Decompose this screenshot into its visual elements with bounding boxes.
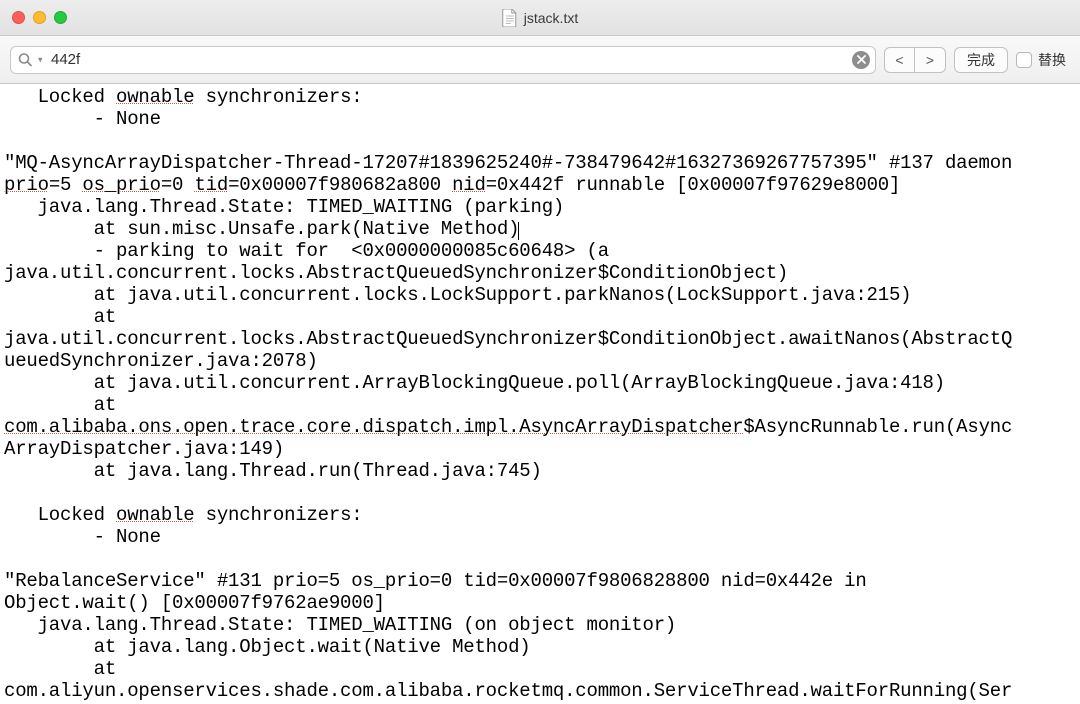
spellcheck-word: os_prio (82, 174, 160, 196)
document-icon (502, 9, 518, 27)
search-options-chevron-icon: ▾ (38, 55, 43, 66)
text-line: java.lang.Thread.State: TIMED_WAITING (p… (4, 196, 564, 218)
text-line: $AsyncRunnable.run(Async (743, 416, 1012, 438)
text-line: java.util.concurrent.locks.AbstractQueue… (4, 328, 1012, 350)
text-content[interactable]: Locked ownable synchronizers: - None "MQ… (0, 84, 1080, 704)
text-line: - parking to wait for <0x0000000085c6064… (4, 240, 620, 262)
text-line: Locked (4, 504, 116, 526)
prev-match-button[interactable]: < (885, 48, 915, 72)
done-button[interactable]: 完成 (954, 47, 1008, 73)
text-line: ArrayDispatcher.java:149) (4, 438, 284, 460)
text-line: java.lang.Thread.State: TIMED_WAITING (o… (4, 614, 676, 636)
search-field-wrap: ▾ (10, 46, 876, 74)
spellcheck-phrase: com.alibaba.ons.open.trace.core.dispatch… (4, 416, 743, 438)
text-line: =5 (49, 174, 83, 196)
spellcheck-word: ownable (116, 504, 194, 526)
spellcheck-word: ownable (116, 86, 194, 108)
replace-label: 替换 (1038, 50, 1066, 70)
spellcheck-word: tid (194, 174, 228, 196)
text-line: - None (4, 108, 161, 130)
text-line: synchronizers: (194, 504, 362, 526)
text-line: at java.util.concurrent.locks.LockSuppor… (4, 284, 911, 306)
window-title-group: jstack.txt (502, 9, 578, 27)
text-line: "RebalanceService" #131 prio=5 os_prio=0… (4, 570, 878, 592)
spellcheck-word: prio (4, 174, 49, 196)
text-line: at (4, 658, 127, 680)
find-toolbar: ▾ < > 完成 替换 (0, 36, 1080, 84)
prev-next-group: < > (884, 47, 946, 73)
search-input[interactable] (10, 46, 876, 74)
text-line: at java.lang.Thread.run(Thread.java:745) (4, 460, 542, 482)
replace-toggle[interactable]: 替换 (1016, 50, 1070, 70)
text-line: com.aliyun.openservices.shade.com.alibab… (4, 680, 1012, 702)
search-icon[interactable]: ▾ (18, 52, 43, 67)
text-line: at (4, 394, 127, 416)
next-match-button[interactable]: > (915, 48, 945, 72)
text-line: synchronizers: (194, 86, 362, 108)
text-line: java.util.concurrent.locks.AbstractQueue… (4, 262, 788, 284)
maximize-button[interactable] (54, 11, 67, 24)
text-line: Object.wait() [0x00007f9762ae9000] (4, 592, 385, 614)
text-line: at java.lang.Object.wait(Native Method) (4, 636, 531, 658)
replace-checkbox[interactable] (1016, 52, 1032, 68)
text-line: - None (4, 526, 161, 548)
titlebar: jstack.txt (0, 0, 1080, 36)
text-line: at sun.misc.Unsafe.park(Native Method) (4, 218, 519, 240)
minimize-button[interactable] (33, 11, 46, 24)
text-line: at java.util.concurrent.ArrayBlockingQue… (4, 372, 945, 394)
window-controls (0, 11, 67, 24)
window-title: jstack.txt (524, 10, 578, 26)
text-line: at (4, 306, 127, 328)
text-line: ueuedSynchronizer.java:2078) (4, 350, 318, 372)
clear-search-button[interactable] (852, 51, 870, 69)
close-button[interactable] (12, 11, 25, 24)
spellcheck-word: nid (452, 174, 486, 196)
text-line: =0x00007f980682a800 (228, 174, 452, 196)
text-line: =0 (161, 174, 195, 196)
text-line: =0x442f runnable [0x00007f97629e8000] (486, 174, 900, 196)
text-line: "MQ-AsyncArrayDispatcher-Thread-17207#18… (4, 152, 1023, 174)
text-line: Locked (4, 86, 116, 108)
